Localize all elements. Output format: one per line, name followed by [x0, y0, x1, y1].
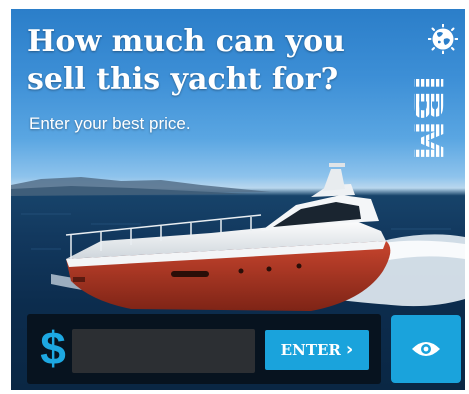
ad-headline: How much can you sell this yacht for? [27, 24, 345, 97]
ibm-logo: IBM [410, 75, 450, 160]
svg-text:IBM: IBM [410, 75, 450, 160]
chevron-right-icon: › [345, 339, 354, 360]
globe-icon [428, 24, 458, 54]
currency-symbol: $ [40, 322, 66, 374]
enter-button[interactable]: ENTER › [265, 330, 369, 370]
enter-button-label: ENTER [280, 341, 341, 359]
ad-subhead: Enter your best price. [29, 114, 191, 133]
reveal-button[interactable] [391, 315, 461, 383]
eye-icon [412, 342, 440, 356]
price-input[interactable] [72, 329, 255, 373]
yacht-ad-banner[interactable]: How much can you sell this yacht for? En… [11, 9, 465, 390]
